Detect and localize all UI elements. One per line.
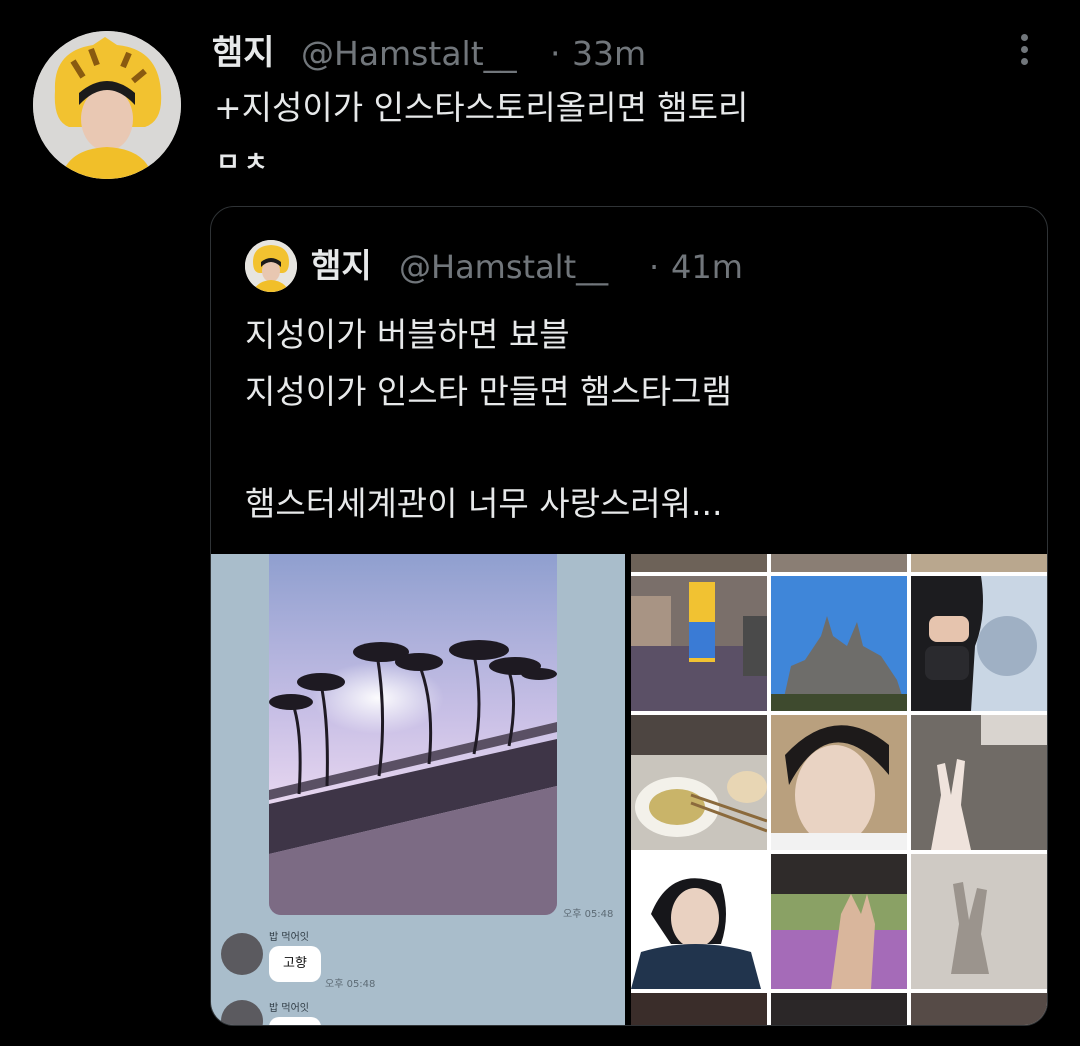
- quoted-tweet-time: 41m: [671, 248, 743, 286]
- quoted-author-name: 햄지: [311, 246, 372, 285]
- tweet-time[interactable]: 33m: [572, 33, 646, 75]
- grid-photo: [631, 993, 767, 1025]
- quoted-text-line2: 지성이가 인스타 만들면 햄스타그램: [245, 372, 732, 411]
- sender-name: 밥 먹어잇: [269, 1003, 309, 1014]
- grid-photo: [771, 715, 907, 850]
- grid-photo: [771, 576, 907, 711]
- chat-photo: [269, 554, 557, 915]
- meta-separator: ·: [550, 34, 561, 73]
- grid-photo: [631, 554, 767, 572]
- sender-name: 밥 먹어잇: [269, 932, 309, 943]
- author-handle[interactable]: @Hamstalt__: [301, 33, 517, 75]
- more-options-icon[interactable]: [1016, 34, 1032, 68]
- grid-photo: [771, 993, 907, 1025]
- quoted-tweet[interactable]: 햄지 @Hamstalt__ · 41m 지성이가 버블하면 뵤블 지성이가 인…: [210, 206, 1048, 1026]
- chat-bubble: 고향: [269, 946, 321, 982]
- tweet-text-line2: ㅁㅊ: [216, 148, 272, 178]
- grid-photo: [771, 854, 907, 989]
- quoted-author-avatar: [245, 240, 297, 292]
- sender-avatar: [221, 1000, 263, 1025]
- quoted-avatar-image: [245, 240, 297, 292]
- author-name[interactable]: 햄지: [212, 31, 275, 75]
- grid-photo: [911, 576, 1047, 711]
- grid-photo: [911, 554, 1047, 572]
- quoted-author-handle: @Hamstalt__: [399, 248, 609, 286]
- grid-photo: [771, 554, 907, 572]
- chat-bubble: [269, 1017, 321, 1025]
- grid-photo: [631, 576, 767, 711]
- tweet-text-line1: +지성이가 인스타스토리올리면 햄토리: [214, 88, 749, 127]
- media-image-grid[interactable]: [631, 554, 1047, 1025]
- grid-photo: [911, 993, 1047, 1025]
- sender-avatar: [221, 933, 263, 975]
- bubble-timestamp: 오후 05:48: [325, 979, 376, 990]
- avatar-image: [33, 31, 181, 179]
- quoted-media[interactable]: 오후 05:48 밥 먹어잇 고향 오후 05:48 밥 먹어잇: [211, 554, 1047, 1025]
- grid-photo: [911, 715, 1047, 850]
- author-avatar[interactable]: [33, 31, 181, 179]
- media-image-chat[interactable]: 오후 05:48 밥 먹어잇 고향 오후 05:48 밥 먹어잇: [211, 554, 625, 1025]
- quoted-text-line3: 햄스터세계관이 너무 사랑스러워...: [245, 484, 723, 523]
- quoted-text-line1: 지성이가 버블하면 뵤블: [245, 315, 570, 354]
- quoted-meta-separator: ·: [649, 248, 660, 286]
- grid-photo: [911, 854, 1047, 989]
- photo-timestamp: 오후 05:48: [563, 909, 614, 920]
- grid-photo: [631, 715, 767, 850]
- grid-photo: [631, 854, 767, 989]
